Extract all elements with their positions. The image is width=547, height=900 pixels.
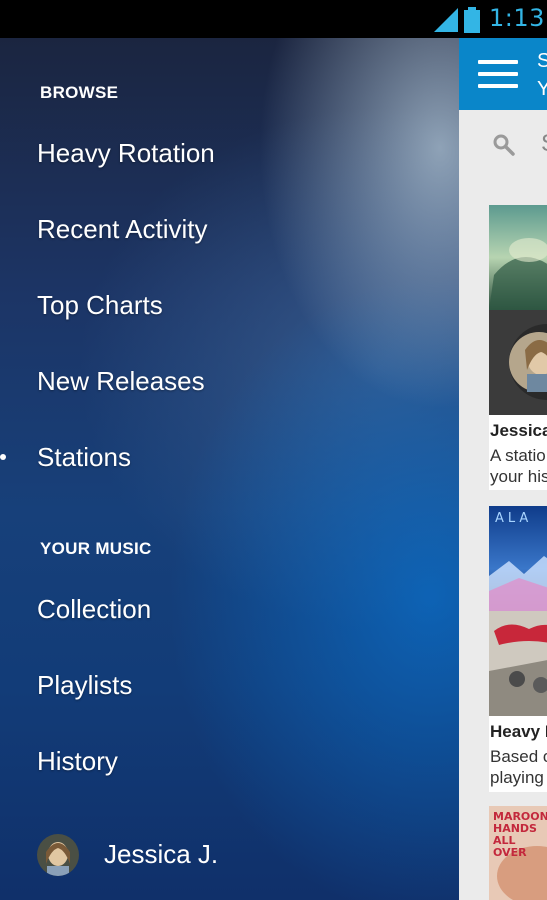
card-description: A statio — [490, 446, 546, 465]
card-title: Jessica — [490, 421, 547, 440]
search-input[interactable]: S — [541, 130, 547, 158]
active-indicator — [0, 454, 6, 460]
battery-icon — [464, 7, 480, 33]
nav-item-collection[interactable]: Collection — [37, 594, 151, 625]
nav-item-playlists[interactable]: Playlists — [37, 670, 132, 701]
card-description: Based o — [490, 747, 547, 766]
action-bar: S Y — [459, 38, 547, 110]
station-card[interactable]: Jessica A statio your his — [489, 205, 547, 490]
card-title: Heavy R — [490, 722, 547, 741]
search-bar[interactable]: S — [459, 126, 547, 176]
user-photo — [489, 310, 547, 415]
section-header-your-music: YOUR MUSIC — [40, 539, 152, 558]
action-bar-title: S — [537, 50, 547, 72]
station-card[interactable]: MAROON 5 HANDS ALL OVER — [489, 806, 547, 900]
nav-item-heavy-rotation[interactable]: Heavy Rotation — [37, 138, 215, 169]
app-screen: 1:13 S Y S — [0, 0, 547, 900]
card-description: your his — [490, 467, 547, 486]
nav-item-history[interactable]: History — [37, 746, 118, 777]
album-art: ALA — [489, 506, 547, 611]
nav-item-top-charts[interactable]: Top Charts — [37, 290, 163, 321]
navigation-drawer: BROWSE Heavy Rotation Recent Activity To… — [0, 38, 459, 900]
menu-icon[interactable] — [478, 60, 518, 90]
action-bar-subtitle: Y — [537, 78, 547, 100]
status-clock: 1:13 — [489, 4, 545, 32]
station-card[interactable]: ALA Heavy R Based o playing — [489, 506, 547, 792]
card-description: playing — [490, 768, 544, 787]
nav-item-new-releases[interactable]: New Releases — [37, 366, 205, 397]
album-art-text: ALA — [495, 511, 532, 526]
search-icon — [493, 134, 515, 156]
album-art — [489, 611, 547, 716]
section-header-browse: BROWSE — [40, 83, 119, 102]
album-art — [489, 205, 547, 310]
user-name[interactable]: Jessica J. — [104, 839, 218, 870]
main-content: S Y S — [459, 38, 547, 900]
nav-item-stations[interactable]: Stations — [37, 442, 131, 473]
signal-icon — [434, 8, 458, 32]
nav-item-recent-activity[interactable]: Recent Activity — [37, 214, 208, 245]
album-art: MAROON 5 HANDS ALL OVER — [489, 806, 547, 900]
album-art-text: OVER — [493, 846, 527, 859]
avatar[interactable] — [37, 834, 79, 876]
status-bar: 1:13 — [0, 0, 547, 38]
